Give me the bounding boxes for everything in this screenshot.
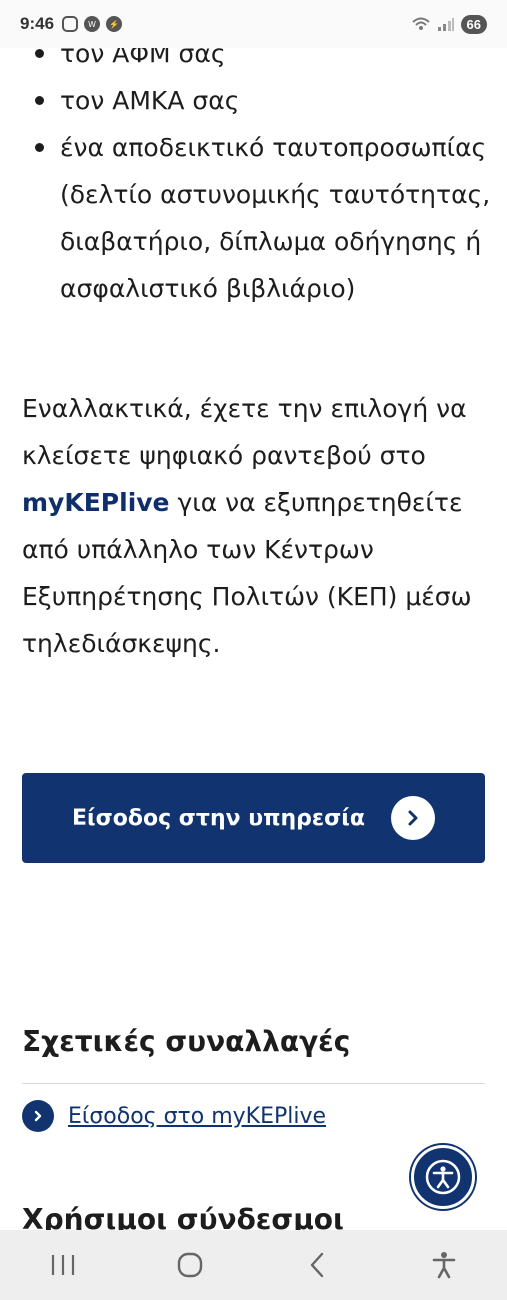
related-link-item[interactable]: Είσοδος στο myKEPlive — [22, 1100, 326, 1132]
accessibility-icon — [432, 1252, 455, 1279]
bolt-icon: ⚡ — [106, 16, 123, 32]
paragraph-text-start: Εναλλακτικά, έχετε την επιλογή να κλείσε… — [22, 394, 467, 470]
home-button[interactable] — [165, 1240, 215, 1290]
service-login-label: Είσοδος στην υπηρεσία — [72, 805, 365, 831]
list-item: ένα αποδεικτικό ταυτοπροσωπίας (δελτίο α… — [22, 124, 492, 312]
mykeplive-link[interactable]: myKEPlive — [22, 488, 170, 517]
service-login-button[interactable]: Είσοδος στην υπηρεσία — [22, 773, 485, 863]
battery-indicator: 66 — [460, 14, 487, 34]
chevron-right-icon — [391, 796, 435, 840]
screenshot-icon — [62, 16, 79, 32]
back-button[interactable] — [292, 1240, 342, 1290]
signal-icon — [437, 18, 454, 31]
back-icon — [310, 1252, 324, 1278]
alternative-paragraph: Εναλλακτικά, έχετε την επιλογή να κλείσε… — [22, 385, 492, 667]
system-navigation-bar — [0, 1230, 507, 1300]
accessibility-nav-button[interactable] — [419, 1240, 469, 1290]
status-bar: 9:46 W ⚡ 66 — [0, 0, 507, 48]
recent-apps-icon — [52, 1255, 75, 1275]
list-item: τον ΑΜΚΑ σας — [22, 77, 492, 124]
home-icon — [177, 1252, 203, 1278]
accessibility-icon — [425, 1159, 461, 1195]
wear-icon: W — [84, 16, 101, 32]
requirements-list: τον ΑΦΜ σας τον ΑΜΚΑ σας ένα αποδεικτικό… — [22, 30, 492, 312]
accessibility-button[interactable] — [411, 1145, 475, 1209]
chevron-right-icon — [22, 1100, 54, 1132]
wifi-icon — [411, 17, 430, 30]
recent-apps-button[interactable] — [38, 1240, 88, 1290]
related-link-label[interactable]: Είσοδος στο myKEPlive — [68, 1104, 326, 1129]
related-transactions-title: Σχετικές συναλλαγές — [22, 1025, 351, 1058]
divider — [22, 1083, 485, 1084]
status-time: 9:46 — [20, 14, 55, 33]
